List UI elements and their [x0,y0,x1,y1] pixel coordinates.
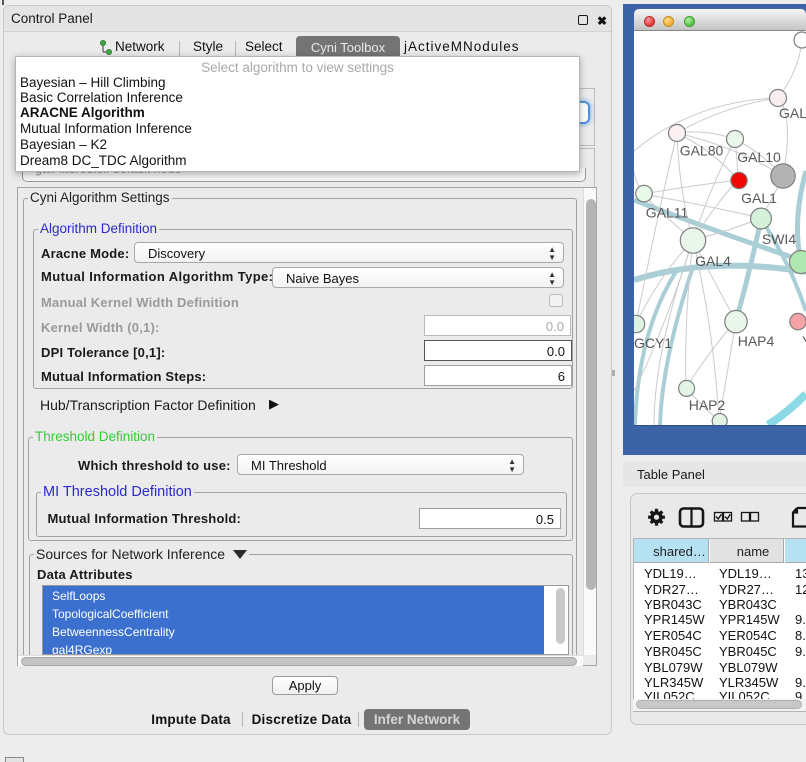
svg-text:GAL: GAL [779,105,806,121]
svg-text:HAP2: HAP2 [689,397,726,413]
svg-text:GAL1: GAL1 [741,190,777,206]
svg-text:GCY1: GCY1 [634,335,672,351]
svg-text:GAL11: GAL11 [646,204,689,220]
svg-text:GAL4: GAL4 [695,253,731,269]
svg-text:SWI4: SWI4 [762,231,796,247]
svg-text:HAP4: HAP4 [738,333,775,349]
svg-text:GAL80: GAL80 [680,143,724,159]
svg-text:GAL10: GAL10 [737,149,781,165]
svg-text:Y: Y [802,333,806,349]
